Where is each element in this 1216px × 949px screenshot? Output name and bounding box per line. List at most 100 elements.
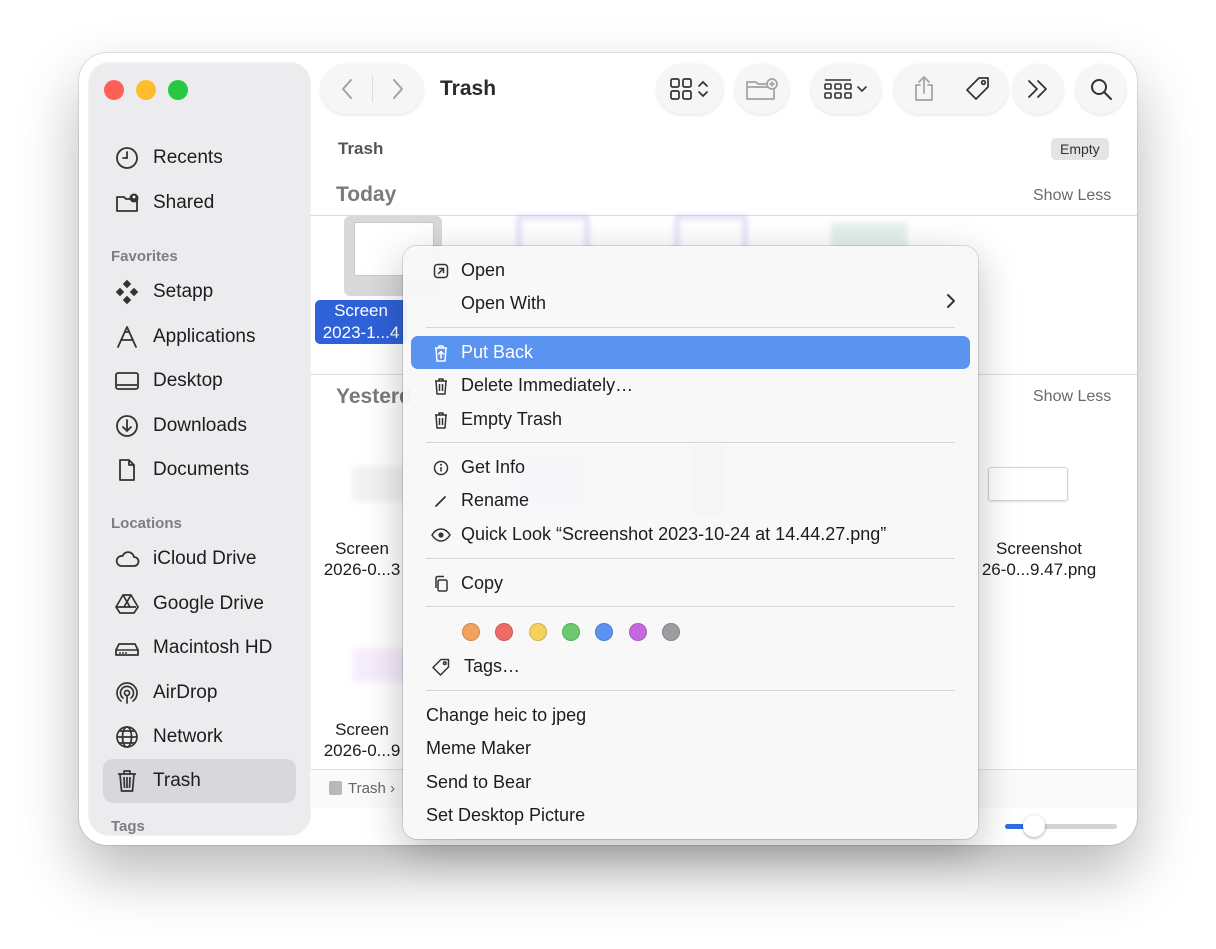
menu-item-label: Put Back bbox=[461, 342, 534, 362]
group-by-icon bbox=[823, 77, 869, 101]
selected-file-name[interactable]: Screen 2023-1...4 bbox=[315, 300, 407, 344]
applications-icon bbox=[113, 323, 141, 351]
tag-color-dot[interactable] bbox=[595, 623, 614, 641]
file-name-line: Screenshot bbox=[996, 539, 1082, 558]
menu-separator bbox=[426, 442, 955, 443]
menu-item-get-info[interactable]: Get Info bbox=[411, 451, 970, 484]
sidebar-item-network[interactable]: Network bbox=[103, 715, 296, 759]
menu-item-put-back[interactable]: Put Back bbox=[411, 336, 970, 369]
tag-color-dot[interactable] bbox=[495, 623, 514, 641]
new-folder-button[interactable] bbox=[735, 64, 789, 114]
tag-icon[interactable] bbox=[951, 75, 1005, 103]
sidebar-item-icloud-drive[interactable]: iCloud Drive bbox=[103, 537, 296, 581]
open-arrow-icon bbox=[427, 263, 455, 279]
menu-item-open-with[interactable]: Open With bbox=[411, 287, 970, 320]
sidebar-item-label: iCloud Drive bbox=[153, 548, 257, 569]
close-window-button[interactable] bbox=[104, 80, 124, 100]
menu-item-label: Send to Bear bbox=[426, 772, 532, 792]
sidebar-item-downloads[interactable]: Downloads bbox=[103, 404, 296, 448]
path-label: Trash bbox=[338, 139, 384, 158]
sidebar-item-google-drive[interactable]: Google Drive bbox=[103, 582, 296, 626]
menu-item-quick-look[interactable]: Quick Look “Screenshot 2023-10-24 at 14.… bbox=[411, 518, 970, 551]
sidebar-item-trash[interactable]: Trash bbox=[103, 759, 296, 803]
desktop-icon bbox=[113, 367, 141, 395]
file-thumbnail[interactable] bbox=[988, 467, 1068, 501]
group-title-today: Today bbox=[336, 183, 397, 206]
menu-item-label: Open With bbox=[461, 293, 547, 313]
harddrive-icon bbox=[113, 634, 141, 662]
tag-color-dot[interactable] bbox=[661, 623, 680, 641]
info-icon bbox=[427, 460, 455, 476]
sidebar-item-macintosh-hd[interactable]: Macintosh HD bbox=[103, 626, 296, 670]
menu-item-meme-maker[interactable]: Meme Maker bbox=[411, 732, 970, 765]
menu-item-label: Set Desktop Picture bbox=[426, 805, 586, 825]
submenu-chevron-icon bbox=[946, 292, 956, 315]
menu-item-delete-immediately[interactable]: Delete Immediately… bbox=[411, 369, 970, 402]
file-name[interactable]: Screen 2026-0...3 bbox=[317, 538, 407, 580]
view-mode-button[interactable] bbox=[657, 64, 723, 114]
sidebar-item-recents[interactable]: Recents bbox=[103, 136, 296, 180]
tag-color-dot[interactable] bbox=[462, 623, 480, 641]
forward-chevron-icon[interactable] bbox=[373, 78, 423, 100]
file-name-line: 26-0...9.47.png bbox=[981, 560, 1097, 579]
locations-header: Locations bbox=[111, 515, 182, 532]
file-name-line: 2023-1...4 bbox=[322, 323, 400, 342]
sidebar-item-airdrop[interactable]: AirDrop bbox=[103, 671, 296, 715]
show-less-button[interactable]: Show Less bbox=[1033, 187, 1111, 205]
file-name[interactable]: Screenshot 26-0...9.47.png bbox=[975, 538, 1103, 580]
file-name-line: Screen bbox=[335, 720, 389, 739]
trash-icon bbox=[427, 377, 455, 395]
sidebar-item-label: Documents bbox=[153, 459, 250, 480]
back-chevron-icon[interactable] bbox=[322, 78, 372, 100]
tag-color-dot[interactable] bbox=[561, 623, 580, 641]
search-button[interactable] bbox=[1076, 64, 1126, 114]
sidebar-item-shared[interactable]: Shared bbox=[103, 181, 296, 225]
navigation-buttons bbox=[321, 64, 423, 114]
download-icon bbox=[113, 412, 141, 440]
airdrop-icon bbox=[113, 679, 141, 707]
minimize-window-button[interactable] bbox=[136, 80, 156, 100]
file-name[interactable]: Screen 2026-0...9 bbox=[317, 719, 407, 761]
tag-color-dot[interactable] bbox=[628, 623, 647, 641]
sidebar-item-label: Google Drive bbox=[153, 593, 264, 614]
sidebar-item-label: AirDrop bbox=[153, 682, 218, 703]
trash-icon bbox=[113, 767, 141, 795]
sidebar-item-label: Recents bbox=[153, 147, 223, 168]
sidebar-item-label: Applications bbox=[153, 326, 256, 347]
tag-color-dot[interactable] bbox=[528, 623, 547, 641]
window-title: Trash bbox=[440, 77, 497, 100]
copy-icon bbox=[427, 575, 455, 593]
more-toolbar-button[interactable] bbox=[1013, 64, 1063, 114]
zoom-window-button[interactable] bbox=[168, 80, 188, 100]
menu-item-change-heic[interactable]: Change heic to jpeg bbox=[411, 699, 970, 732]
share-icon[interactable] bbox=[897, 75, 951, 103]
menu-separator bbox=[426, 606, 955, 607]
sidebar-item-applications[interactable]: Applications bbox=[103, 315, 296, 359]
file-name-line: Screen bbox=[335, 539, 389, 558]
menu-item-tags[interactable]: Tags… bbox=[411, 650, 970, 683]
menu-item-rename[interactable]: Rename bbox=[411, 484, 970, 517]
sidebar-item-documents[interactable]: Documents bbox=[103, 448, 296, 492]
path-bar-item[interactable]: Trash › bbox=[329, 780, 395, 797]
menu-item-label: Copy bbox=[461, 573, 504, 593]
menu-item-send-to-bear[interactable]: Send to Bear bbox=[411, 766, 970, 799]
menu-item-label: Tags… bbox=[464, 656, 521, 676]
menu-item-open[interactable]: Open bbox=[411, 254, 970, 287]
google-drive-icon bbox=[113, 590, 141, 618]
trash-icon bbox=[427, 411, 455, 429]
grid-view-icon bbox=[669, 77, 711, 101]
menu-item-copy[interactable]: Copy bbox=[411, 567, 970, 600]
group-by-button[interactable] bbox=[811, 64, 881, 114]
tags-header: Tags bbox=[111, 818, 145, 835]
menu-item-empty-trash[interactable]: Empty Trash bbox=[411, 403, 970, 436]
path-bar-label: Trash › bbox=[348, 780, 395, 797]
empty-trash-button[interactable]: Empty bbox=[1051, 138, 1109, 160]
icon-size-slider-knob[interactable] bbox=[1023, 815, 1045, 837]
sidebar-item-setapp[interactable]: Setapp bbox=[103, 270, 296, 314]
menu-item-set-desktop-picture[interactable]: Set Desktop Picture bbox=[411, 799, 970, 832]
sidebar-item-desktop[interactable]: Desktop bbox=[103, 359, 296, 403]
pencil-icon bbox=[427, 493, 455, 509]
show-less-button[interactable]: Show Less bbox=[1033, 388, 1111, 406]
menu-item-label: Meme Maker bbox=[426, 738, 532, 758]
more-chevrons-icon bbox=[1026, 78, 1050, 100]
